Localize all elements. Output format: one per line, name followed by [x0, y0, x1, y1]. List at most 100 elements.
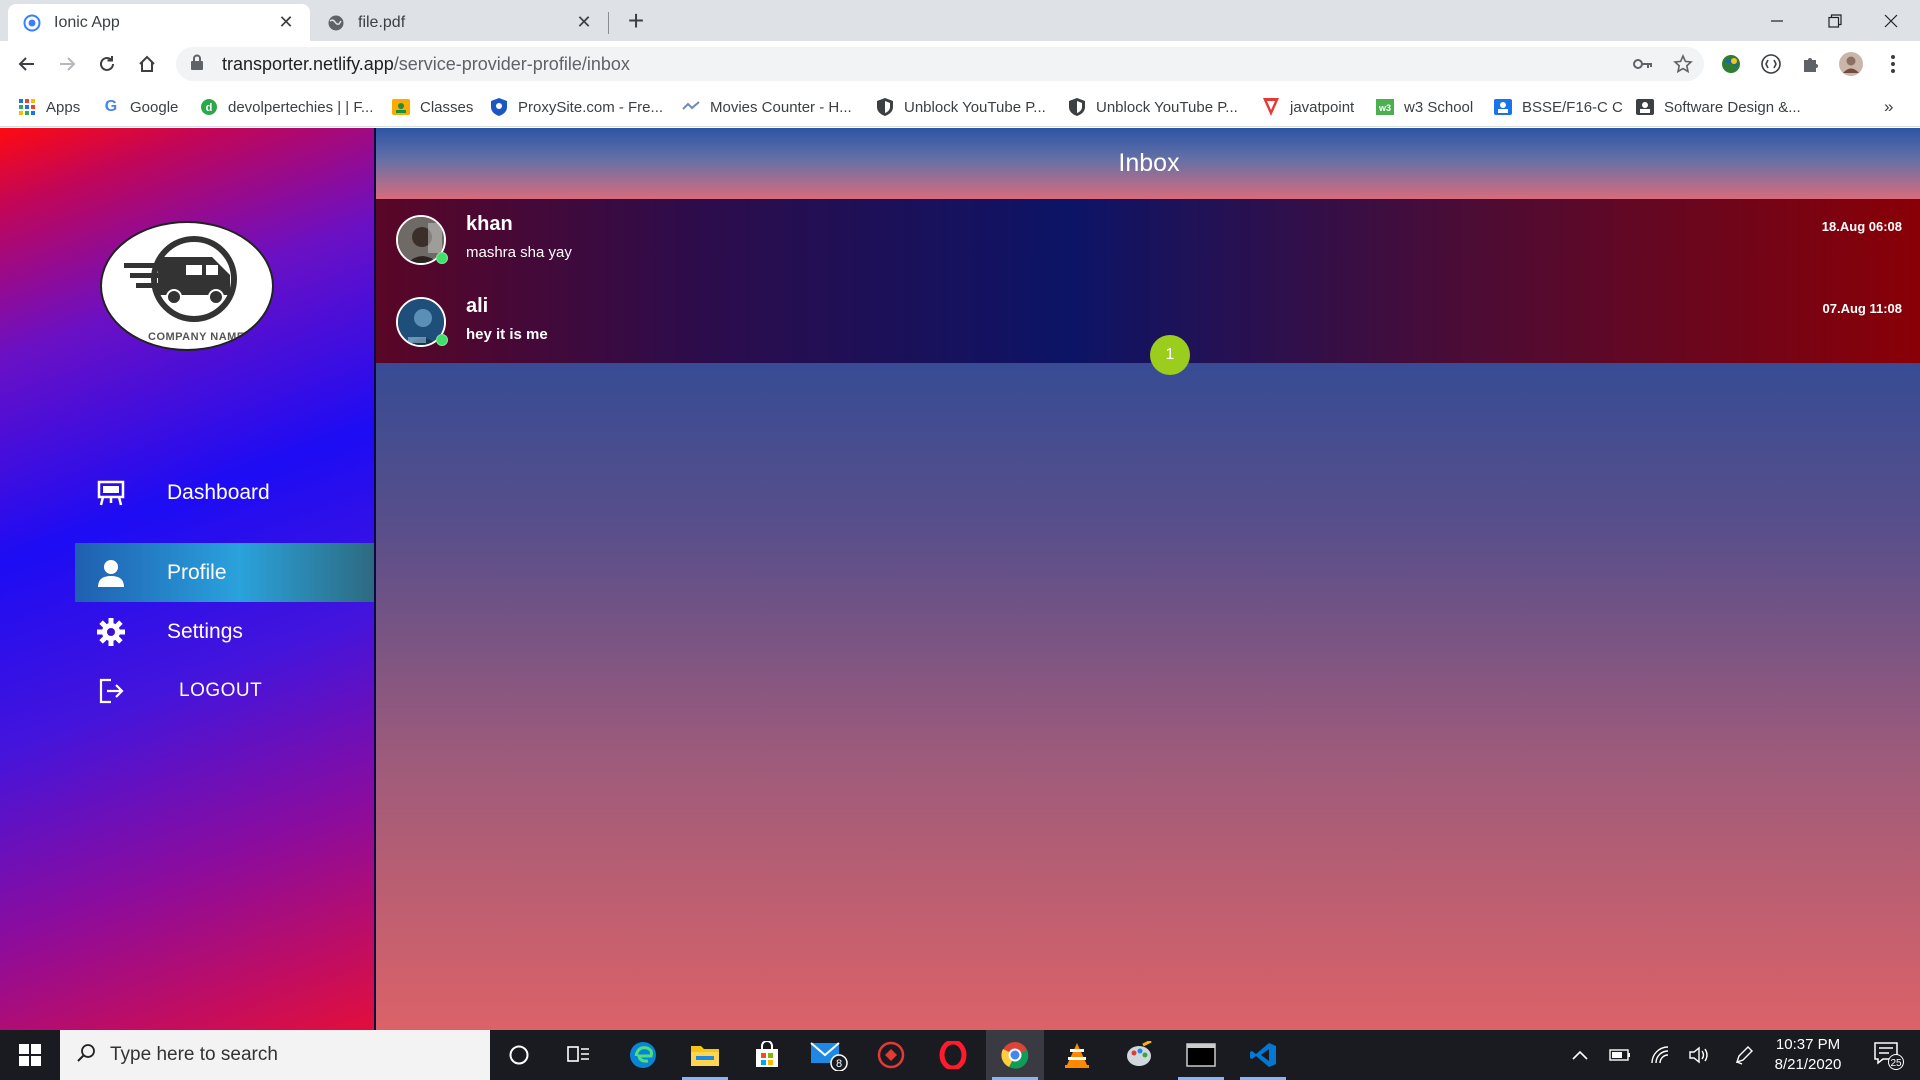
- pen-icon[interactable]: [1728, 1030, 1760, 1080]
- bookmark-software-design[interactable]: Software Design &...: [1636, 95, 1801, 119]
- conversation-item[interactable]: ali hey it is me 07.Aug 11:08 1: [376, 281, 1920, 375]
- message-time: 18.Aug 06:08: [1821, 219, 1902, 234]
- message-preview: mashra sha yay: [466, 244, 572, 261]
- terminal-icon[interactable]: [1172, 1030, 1230, 1080]
- restore-icon[interactable]: [1806, 0, 1864, 41]
- url-text: transporter.netlify.app/service-provider…: [222, 53, 630, 74]
- menu-item-label: LOGOUT: [179, 679, 263, 701]
- new-tab-button[interactable]: +: [622, 6, 650, 36]
- conversation-item[interactable]: khan mashra sha yay 18.Aug 06:08: [376, 199, 1920, 281]
- vscode-icon[interactable]: [1234, 1030, 1292, 1080]
- clock-time: 10:37 PM: [1775, 1036, 1841, 1053]
- show-hidden-icons-icon[interactable]: [1566, 1030, 1594, 1080]
- bookmark-javatpoint[interactable]: javatpoint: [1262, 95, 1354, 119]
- javatpoint-icon: [1262, 98, 1280, 116]
- game-app-icon[interactable]: [862, 1030, 920, 1080]
- cortana-icon[interactable]: [490, 1030, 548, 1080]
- unread-count-badge: 1: [1150, 335, 1190, 375]
- key-icon[interactable]: [1628, 47, 1658, 81]
- classroom-user-icon: [1636, 98, 1654, 116]
- main-content: Inbox khan mashra sha yay 18.Aug 06:08 a…: [374, 128, 1920, 1030]
- bookmark-label: devolpertechies | | F...: [228, 98, 374, 116]
- close-window-icon[interactable]: [1862, 0, 1920, 41]
- volume-icon[interactable]: [1684, 1030, 1716, 1080]
- tab-strip: Ionic App ✕ file.pdf ✕ +: [0, 0, 1920, 41]
- extension-globe-icon[interactable]: [1716, 49, 1746, 79]
- bookmark-apps[interactable]: Apps: [18, 95, 80, 119]
- browser-toolbar: transporter.netlify.app/service-provider…: [0, 41, 1920, 87]
- close-tab-icon[interactable]: ✕: [574, 12, 594, 33]
- bookmark-label: Google: [130, 98, 179, 116]
- forward-icon[interactable]: [52, 49, 82, 79]
- vlc-icon[interactable]: [1048, 1030, 1106, 1080]
- bookmark-unblock-youtube-2[interactable]: Unblock YouTube P...: [1068, 95, 1238, 119]
- bookmark-label: BSSE/F16-C C: [1522, 98, 1623, 116]
- windows-taskbar: Type here to search 8 10:37 PM 8/21/2020…: [0, 1030, 1920, 1080]
- home-icon[interactable]: [132, 49, 162, 79]
- notifications-icon[interactable]: 25: [1868, 1030, 1910, 1080]
- conversation-list: khan mashra sha yay 18.Aug 06:08 ali hey…: [376, 199, 1920, 375]
- file-explorer-icon[interactable]: [676, 1030, 734, 1080]
- message-preview: hey it is me: [466, 326, 548, 343]
- opera-icon[interactable]: [924, 1030, 982, 1080]
- battery-icon[interactable]: [1604, 1030, 1636, 1080]
- bookmark-movies-counter[interactable]: Movies Counter - H...: [682, 95, 852, 119]
- globe-icon: [326, 13, 346, 33]
- task-view-icon[interactable]: [550, 1030, 608, 1080]
- menu-item-profile[interactable]: Profile: [75, 543, 374, 602]
- company-logo: COMPANY NAME: [100, 221, 274, 351]
- apps-grid-icon: [18, 98, 36, 116]
- online-status-dot: [436, 252, 448, 264]
- windows-start-button[interactable]: [0, 1030, 60, 1080]
- logout-icon: [95, 675, 127, 707]
- back-icon[interactable]: [12, 49, 42, 79]
- chrome-menu-icon[interactable]: [1878, 49, 1908, 79]
- bookmark-devolpertechies[interactable]: d devolpertechies | | F...: [200, 95, 373, 119]
- menu-item-settings[interactable]: Settings: [75, 602, 374, 661]
- reload-icon[interactable]: [92, 49, 122, 79]
- tab-file-pdf[interactable]: file.pdf ✕: [312, 4, 608, 41]
- mail-icon[interactable]: 8: [800, 1030, 858, 1080]
- puzzle-icon[interactable]: [1796, 49, 1826, 79]
- movies-counter-icon: [682, 98, 700, 116]
- search-icon: [76, 1043, 96, 1068]
- close-tab-icon[interactable]: ✕: [276, 12, 296, 33]
- bookmark-classes[interactable]: Classes: [392, 95, 473, 119]
- search-placeholder: Type here to search: [110, 1044, 278, 1065]
- edge-icon[interactable]: [614, 1030, 672, 1080]
- address-bar[interactable]: transporter.netlify.app/service-provider…: [176, 47, 1704, 81]
- paint-icon[interactable]: [1110, 1030, 1168, 1080]
- online-status-dot: [436, 334, 448, 346]
- menu-item-dashboard[interactable]: Dashboard: [75, 463, 374, 522]
- tab-ionic-app[interactable]: Ionic App ✕: [8, 4, 310, 41]
- mail-badge: 8: [836, 1058, 842, 1070]
- minimize-icon[interactable]: [1748, 0, 1806, 41]
- star-icon[interactable]: [1668, 47, 1698, 81]
- classroom-icon: [392, 98, 410, 116]
- bookmark-w3school[interactable]: w3 w3 School: [1376, 95, 1473, 119]
- devolpertechies-icon: d: [200, 98, 218, 116]
- bookmark-bsse[interactable]: BSSE/F16-C C: [1494, 95, 1623, 119]
- store-icon[interactable]: [738, 1030, 796, 1080]
- bookmark-label: w3 School: [1404, 98, 1474, 116]
- taskbar-search-box[interactable]: Type here to search: [60, 1030, 490, 1080]
- logout-button[interactable]: LOGOUT: [75, 661, 374, 720]
- wifi-icon[interactable]: [1644, 1030, 1676, 1080]
- bookmark-unblock-youtube-1[interactable]: Unblock YouTube P...: [876, 95, 1046, 119]
- contact-name: khan: [466, 213, 513, 235]
- person-icon: [95, 557, 127, 589]
- bookmark-proxysite[interactable]: ProxySite.com - Fre...: [490, 95, 663, 119]
- tab-separator: [608, 12, 609, 34]
- bookmark-google[interactable]: G Google: [102, 95, 179, 119]
- system-clock[interactable]: 10:37 PM 8/21/2020: [1760, 1035, 1856, 1075]
- sidebar: COMPANY NAME Dashboard Profile Settings …: [0, 128, 374, 1030]
- extension-brackets-icon[interactable]: [1756, 49, 1786, 79]
- clock-date: 8/21/2020: [1774, 1056, 1842, 1073]
- chrome-icon[interactable]: [986, 1030, 1044, 1080]
- message-time: 07.Aug 11:08: [1822, 301, 1903, 316]
- profile-avatar[interactable]: [1836, 49, 1866, 79]
- menu-item-label: Profile: [167, 560, 227, 584]
- more-bookmarks-button[interactable]: »: [1884, 95, 1893, 119]
- page-header: Inbox: [376, 128, 1920, 199]
- bookmark-label: Software Design &...: [1664, 98, 1801, 116]
